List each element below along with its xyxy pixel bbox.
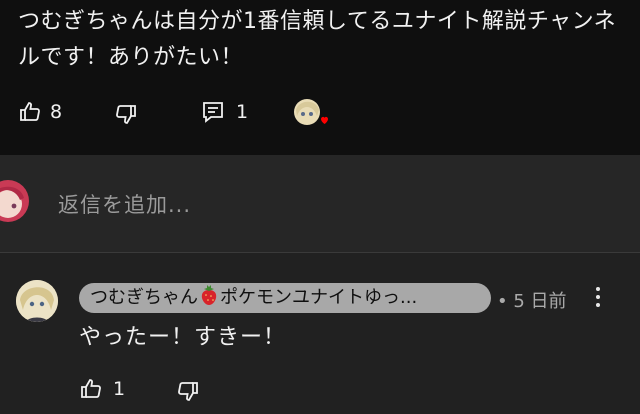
- reply-like-count: 1: [113, 378, 126, 400]
- reply-comment: つむぎちゃん ポケモンユナイトゆっ... • 5 日前 やったー！すきー！ 1: [0, 253, 640, 414]
- creator-heart: [293, 98, 331, 132]
- comment-actions: 8 1: [0, 94, 640, 134]
- dislike-button[interactable]: [114, 102, 138, 126]
- comment-icon: [202, 100, 224, 124]
- comment-text: つむぎちゃんは自分が1番信頼してるユナイト解説チャンネルです！ありがたい！: [18, 9, 617, 70]
- reply-dislike-button[interactable]: [176, 379, 200, 403]
- strawberry-icon: [198, 284, 220, 313]
- like-count: 8: [50, 101, 63, 123]
- reply-button[interactable]: 1: [202, 100, 248, 124]
- reply-timestamp: • 5 日前: [497, 291, 567, 312]
- comment-card: つむぎちゃんは自分が1番信頼してるユナイト解説チャンネルです！ありがたい！ 8: [0, 0, 640, 155]
- thumbs-down-icon: [176, 379, 200, 403]
- more-options-icon[interactable]: [592, 287, 604, 309]
- reply-author-suffix: ポケモンユナイトゆっ...: [220, 287, 418, 308]
- reply-count: 1: [236, 101, 249, 123]
- reply-author-name: つむぎちゃん: [90, 287, 198, 308]
- reply-input[interactable]: 返信を追加...: [58, 189, 191, 219]
- reply-text: やったー！すきー！: [79, 325, 287, 350]
- user-avatar: [0, 180, 30, 222]
- reply-author-chip[interactable]: つむぎちゃん ポケモンユナイトゆっ...: [79, 283, 491, 313]
- thumbs-down-icon: [114, 102, 138, 126]
- reply-actions: 1: [0, 373, 640, 409]
- thumbs-up-icon: [79, 377, 103, 401]
- reply-like-button[interactable]: 1: [79, 377, 125, 401]
- reply-author-avatar[interactable]: [16, 280, 58, 322]
- add-reply-section: 返信を追加...: [0, 155, 640, 253]
- thumbs-up-icon: [18, 100, 42, 124]
- creator-avatar-icon: [293, 98, 331, 132]
- like-button[interactable]: 8: [18, 100, 62, 124]
